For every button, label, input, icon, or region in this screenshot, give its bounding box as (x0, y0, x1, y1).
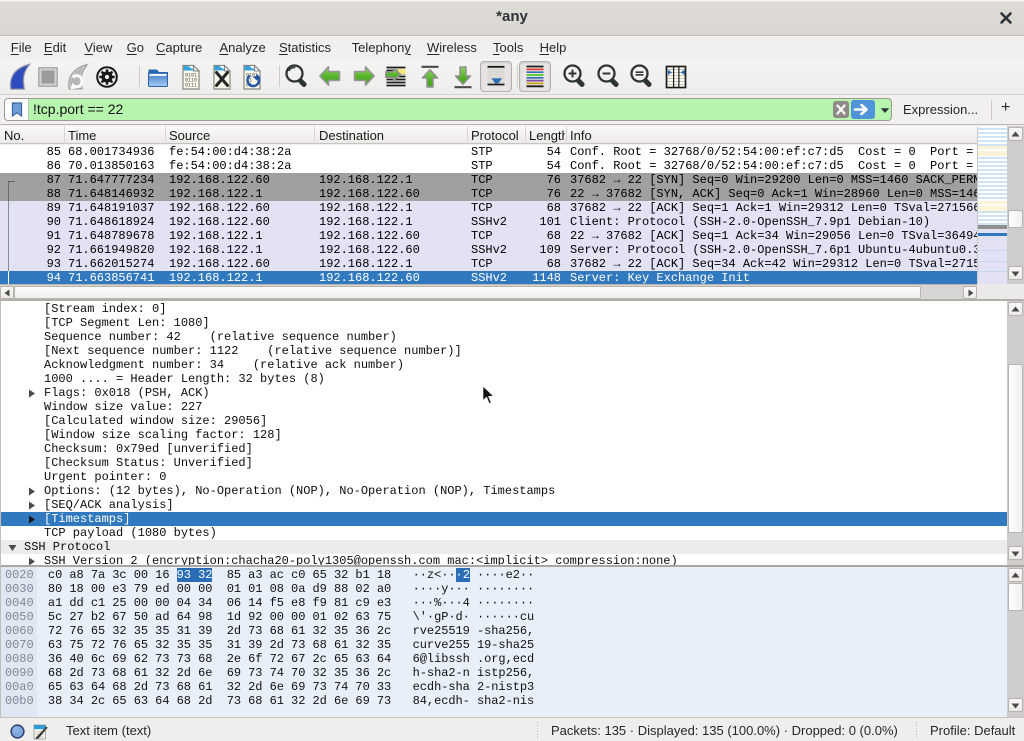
svg-text:0111: 0111 (185, 83, 197, 89)
